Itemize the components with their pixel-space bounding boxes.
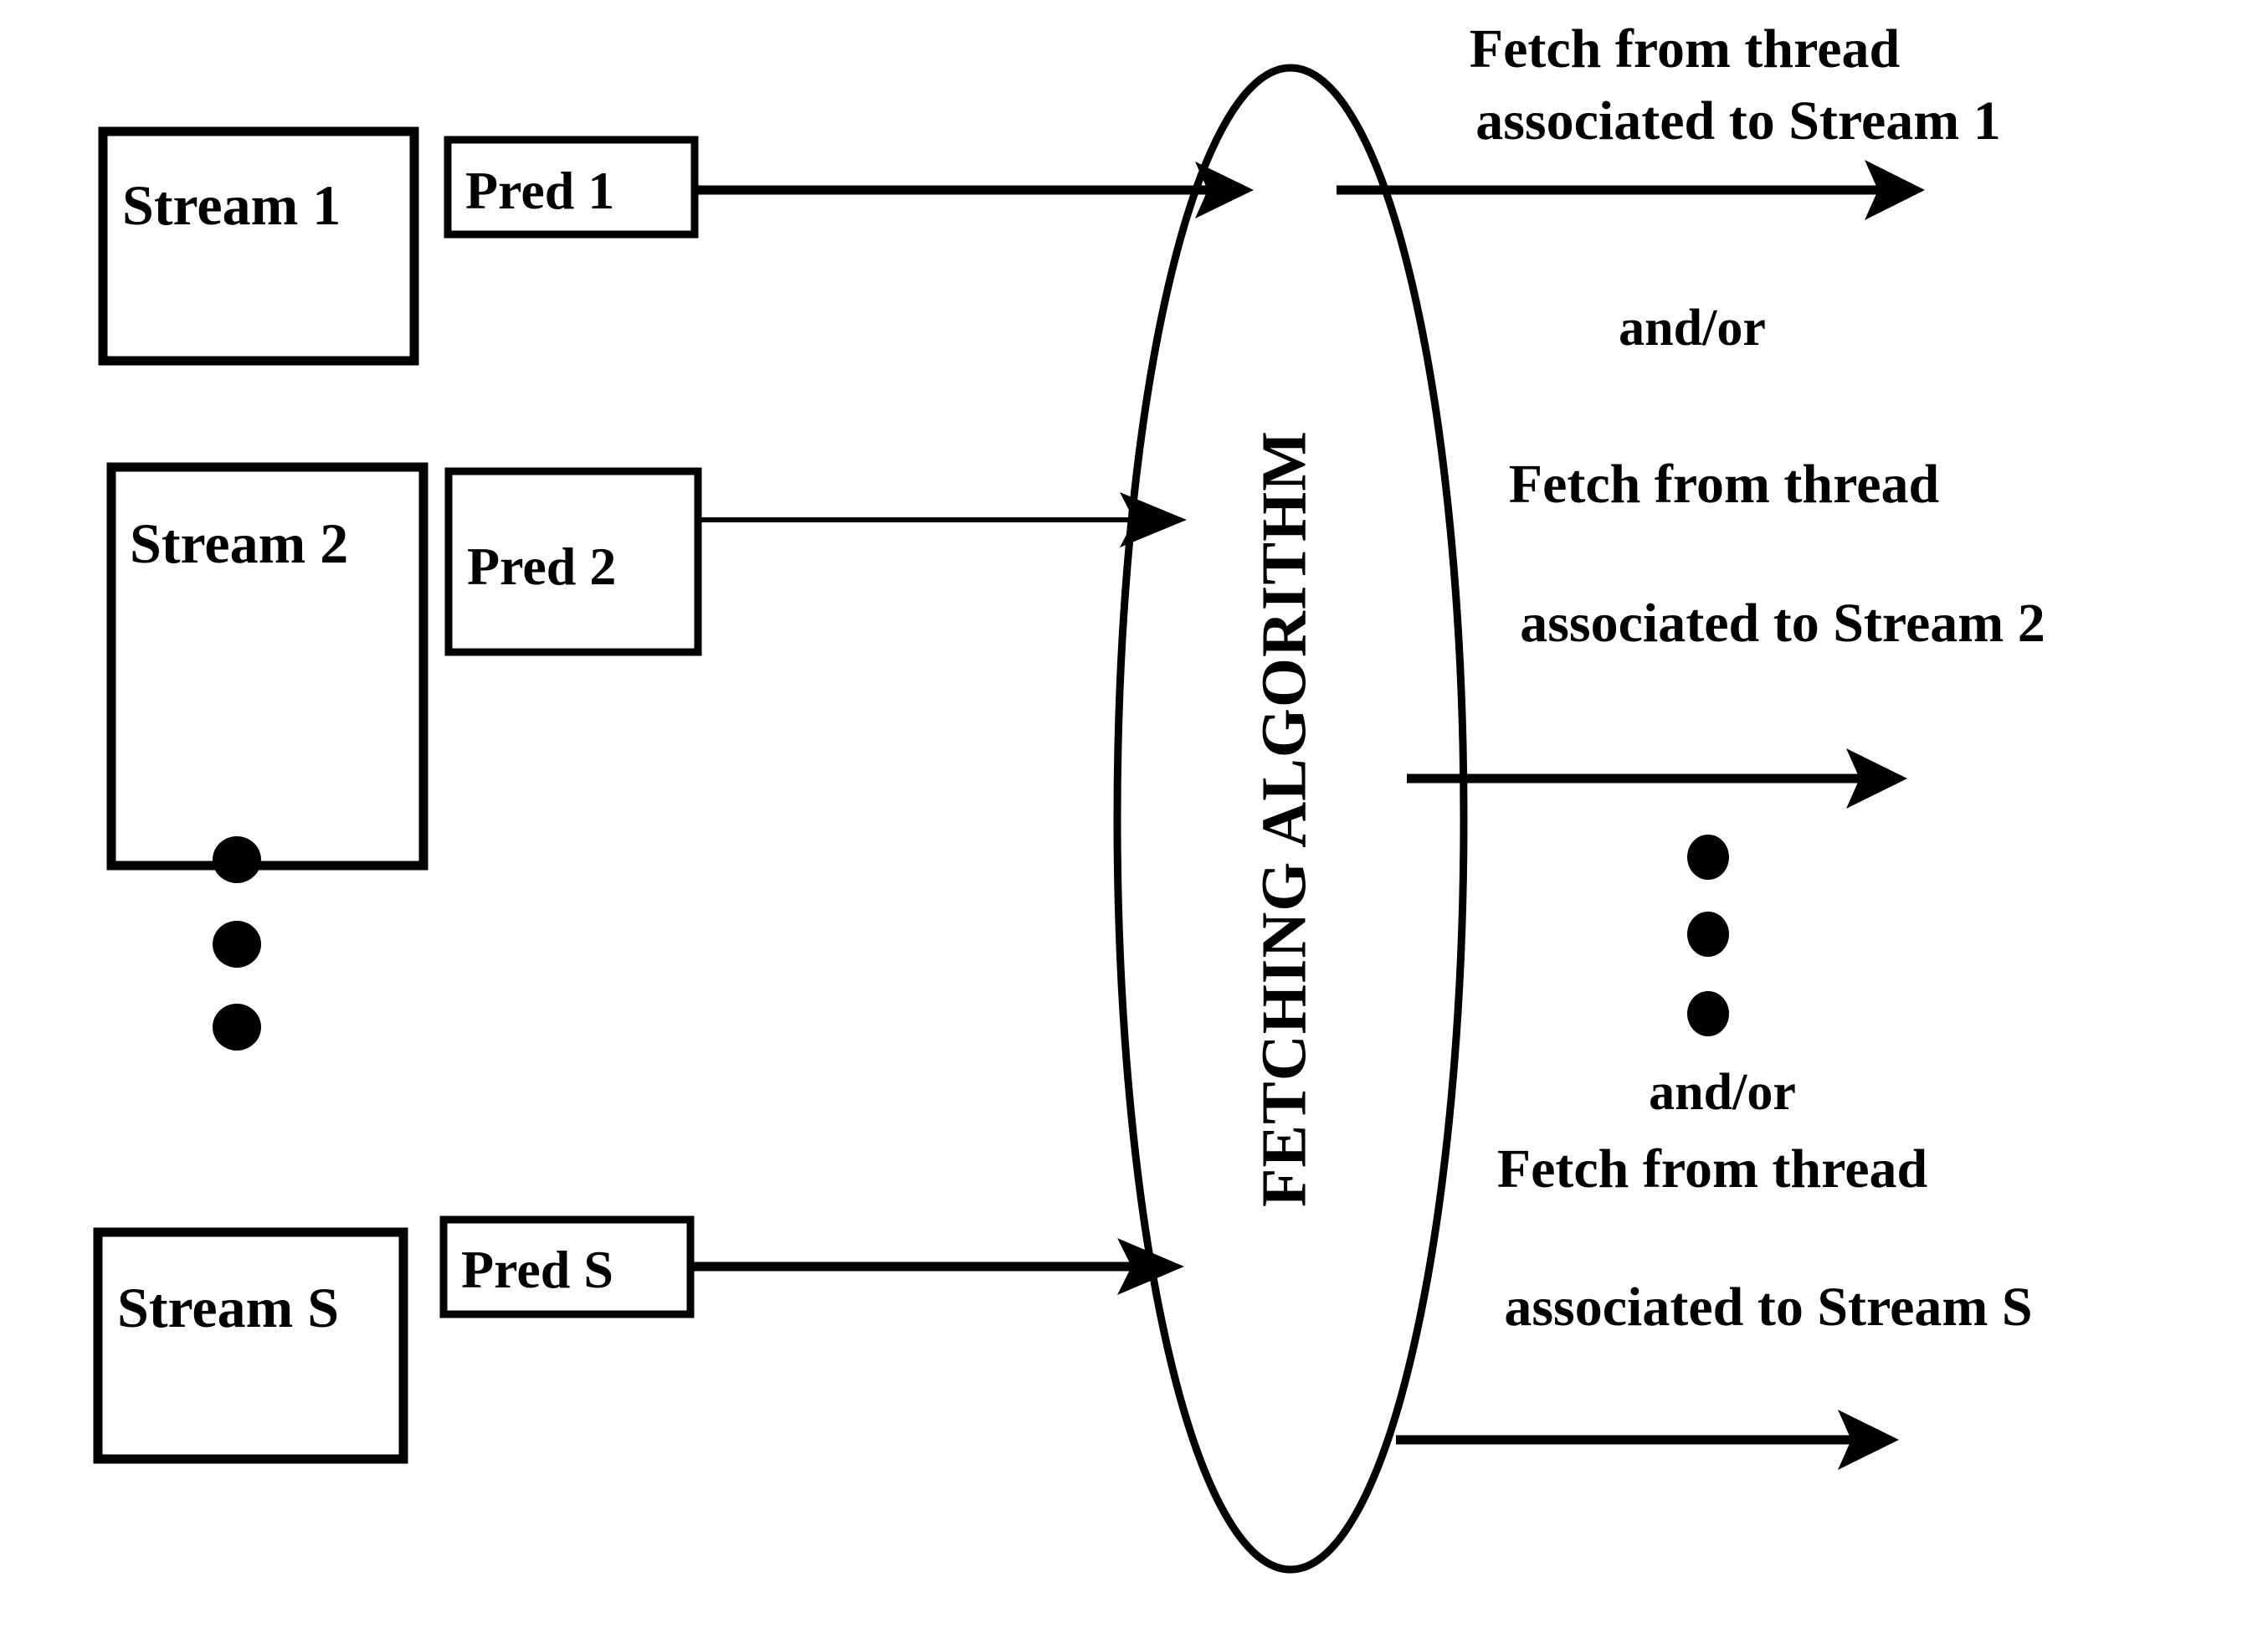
stream-box-2-label: Stream 2 bbox=[130, 511, 348, 575]
connector-and-or-top: and/or bbox=[1619, 300, 1766, 357]
left-ellipsis-dot-2 bbox=[213, 921, 261, 968]
fetching-algorithm-node[interactable]: FETCHING ALGORITHM bbox=[1113, 64, 1468, 1574]
pred-box-3-label: Pred S bbox=[461, 1240, 613, 1299]
output-2-line-2: associated to Stream 2 bbox=[1520, 593, 2045, 654]
left-ellipsis bbox=[213, 836, 261, 1051]
output-1-line-1: Fetch from thread bbox=[1470, 18, 1900, 80]
stream-box-1-label: Stream 1 bbox=[122, 173, 341, 237]
output-3-line-1: Fetch from thread bbox=[1497, 1138, 1927, 1200]
connector-and-or-bottom: and/or bbox=[1649, 1064, 1796, 1121]
stream-row-2: Stream 2 Pred 2 bbox=[106, 462, 1187, 871]
left-ellipsis-dot-3 bbox=[213, 1004, 261, 1051]
stream-row-1: Stream 1 Pred 1 bbox=[98, 126, 1254, 366]
stream-box-3[interactable] bbox=[93, 1227, 408, 1464]
right-ellipsis-dot-2 bbox=[1687, 912, 1729, 957]
fetching-algorithm-diagram: Stream 1 Pred 1 Stream 2 Pred 2 Stream S… bbox=[93, 18, 2045, 1574]
output-1-line-2: associated to Stream 1 bbox=[1475, 90, 2001, 152]
stream-row-3: Stream S Pred S bbox=[93, 1215, 1184, 1464]
right-ellipsis-dot-1 bbox=[1687, 835, 1729, 880]
pred-box-2-label: Pred 2 bbox=[467, 537, 616, 596]
diagram-page: Stream 1 Pred 1 Stream 2 Pred 2 Stream S… bbox=[0, 0, 2268, 1634]
fetching-algorithm-label: FETCHING ALGORITHM bbox=[1249, 430, 1319, 1207]
right-ellipsis-dot-3 bbox=[1687, 991, 1729, 1036]
output-2-line-1: Fetch from thread bbox=[1509, 454, 1939, 515]
stream-box-1[interactable] bbox=[98, 126, 419, 366]
pred-box-1-label: Pred 1 bbox=[465, 161, 614, 220]
stream-box-3-label: Stream S bbox=[117, 1276, 339, 1339]
left-ellipsis-dot-1 bbox=[213, 836, 261, 883]
output-1: Fetch from thread associated to Stream 1 bbox=[1337, 18, 2001, 220]
output-3-line-2: associated to Stream S bbox=[1504, 1277, 2032, 1338]
output-2: Fetch from thread associated to Stream 2 bbox=[1407, 454, 2045, 809]
output-3: Fetch from thread associated to Stream S bbox=[1396, 1138, 2033, 1470]
right-ellipsis bbox=[1687, 835, 1729, 1036]
